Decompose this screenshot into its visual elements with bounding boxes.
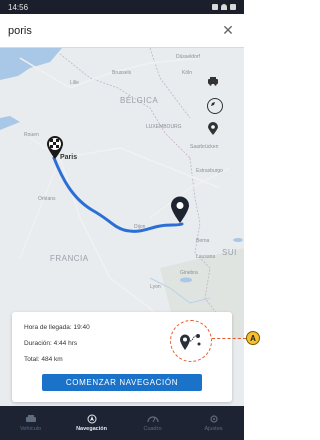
compass-icon[interactable] [207, 98, 223, 114]
map-label-lausanne: Lausana [196, 254, 216, 260]
wifi-icon [221, 4, 227, 10]
nav-item-dashboard[interactable]: Cuadro [122, 406, 183, 440]
map-label-dusseldorf: Düsseldorf [176, 54, 200, 60]
phone-screen: 14:56 poris ✕ Düsseldorf Brussels Köln L… [0, 0, 244, 440]
total-distance: Total: 484 km [24, 356, 63, 363]
settings-icon [209, 415, 218, 423]
nav-item-navigation[interactable]: Navegación [61, 406, 122, 440]
route-info-card: Hora de llegada: 19:40 Duración: 4:44 hr… [12, 312, 232, 402]
map-label-saarbrucken: Saarbrücken [190, 144, 219, 150]
status-icons [212, 4, 236, 10]
map-label-francia: FRANCIA [50, 254, 89, 263]
lake-geneva [180, 277, 192, 283]
route-line [52, 156, 184, 233]
map-label-luxembourg: LUXEMBOURG [146, 124, 182, 130]
callout-connector [212, 338, 246, 339]
nav-label-vehicle: Vehículo [19, 426, 42, 432]
nav-label-dashboard: Cuadro [143, 426, 162, 432]
lake-constance [233, 238, 243, 242]
signal-icon [212, 4, 218, 10]
map-label-brussels: Brussels [112, 70, 132, 76]
battery-icon [230, 4, 236, 10]
destination-pin-icon[interactable] [170, 196, 190, 224]
start-navigation-button[interactable]: COMENZAR NAVEGACIÓN [42, 374, 202, 391]
dashboard-icon [146, 416, 159, 423]
status-bar: 14:56 [0, 0, 244, 14]
nav-item-settings[interactable]: Ajustes [183, 406, 244, 440]
route-options-icon [180, 334, 201, 350]
map-label-belgica: BÉLGICA [120, 96, 159, 105]
route-options-button[interactable] [170, 320, 212, 362]
sea-area-west [0, 116, 20, 130]
car-icon [25, 415, 36, 422]
close-icon[interactable]: ✕ [220, 22, 236, 39]
map-label-koln: Köln [182, 70, 193, 76]
search-input[interactable]: poris [8, 25, 220, 37]
car-icon[interactable] [207, 76, 223, 92]
callout-badge-a: A [246, 331, 260, 345]
map-label-sui: SUI [222, 248, 237, 257]
map-label-lyon: Lyon [150, 284, 161, 290]
start-flag-marker[interactable] [46, 136, 64, 160]
map-label-bern: Berna [196, 238, 210, 244]
map-label-lille: Lille [70, 80, 79, 86]
nav-label-settings: Ajustes [204, 426, 223, 432]
map-label-rouen: Rouen [24, 132, 39, 138]
map-label-dijon: Dijon [134, 224, 146, 230]
duration: Duración: 4:44 hrs [24, 340, 78, 347]
map-label-geneva: Ginebra [180, 270, 198, 276]
status-time: 14:56 [8, 2, 29, 12]
map-label-strasbourg: Estrasburgo [196, 168, 223, 174]
navigation-icon [87, 414, 96, 424]
pin-icon[interactable] [207, 122, 223, 138]
bottom-nav: Vehículo Navegación Cuadro Ajustes [0, 406, 244, 440]
map-label-orleans: Orléans [38, 196, 56, 202]
nav-item-vehicle[interactable]: Vehículo [0, 406, 61, 440]
nav-label-navigation: Navegación [76, 426, 107, 432]
arrival-time: Hora de llegada: 19:40 [24, 324, 90, 331]
search-bar: poris ✕ [0, 14, 244, 48]
